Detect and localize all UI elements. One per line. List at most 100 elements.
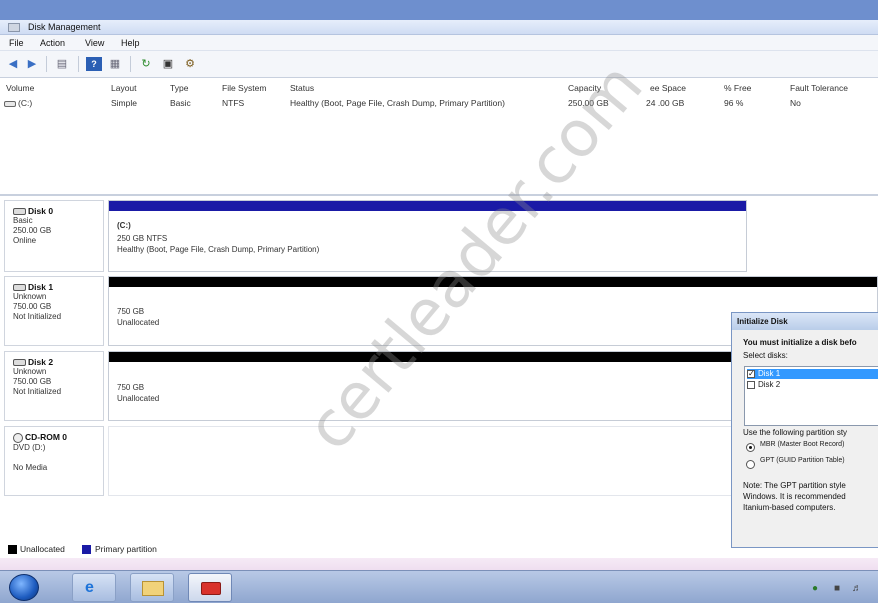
select-disks-label: Select disks: [743,351,788,360]
dialog-intro: You must initialize a disk befo [743,338,857,347]
back-icon[interactable]: ◀ [5,57,21,71]
volume-icon [4,100,16,107]
initialize-disk-dialog: Initialize Disk You must initialize a di… [731,312,878,548]
percent-free-cell: 96 % [724,98,744,108]
disk-size: 750.00 GB [13,377,52,386]
status-strip [0,558,878,570]
menu-file[interactable]: File [9,38,24,48]
disk-icon [13,359,26,367]
disk-icon [13,284,26,292]
disk-name: Disk 1 [28,282,54,292]
properties-icon[interactable]: ▦ [107,57,123,71]
status-cell: Healthy (Boot, Page File, Crash Dump, Pr… [290,98,505,108]
primary-swatch [82,545,91,554]
column-header-volume[interactable]: Volume [6,83,34,93]
internet-explorer-icon: e [85,579,94,596]
partition-status: Unallocated [117,394,160,403]
disk-2-checkbox-row[interactable]: Disk 2 [747,380,780,390]
disk-list-icon[interactable]: ▤ [54,57,70,71]
capacity-cell: 250.00 GB [568,98,609,108]
volume-name: (C:) [18,98,33,108]
folder-icon [142,581,164,596]
note-line-2: Windows. It is recommended [743,492,846,501]
gpt-label: GPT (GUID Partition Table) [760,457,845,464]
partition-detail: 250 GB NTFS [117,234,168,243]
disk-management-icon [8,23,20,32]
top-band [0,0,878,20]
partition-size: 750 GB [117,383,145,392]
taskbar-explorer[interactable] [130,573,174,602]
gpt-radio[interactable] [746,460,755,469]
column-header-free-space[interactable]: ee Space [650,83,686,93]
mbr-radio[interactable] [746,443,755,452]
partition-c[interactable]: (C:) 250 GB NTFS Healthy (Boot, Page Fil… [108,200,747,272]
disk-name: CD-ROM 0 [25,432,68,442]
start-button[interactable] [9,574,39,601]
disk-1-checkbox-row[interactable]: ✓ Disk 1 [747,369,878,379]
column-header-percent-free[interactable]: % Free [724,83,751,93]
volume-list: Volume Layout Type File System Status Ca… [0,78,878,196]
disk-state: Not Initialized [13,387,62,396]
volume-icon[interactable]: ♬ [852,583,862,594]
menu-bar: File Action View Help [0,35,878,51]
layout-cell: Simple [111,98,137,108]
disk-kind: Unknown [13,367,47,376]
taskbar-disk-management[interactable] [188,573,232,602]
menu-action[interactable]: Action [40,38,65,48]
cdrom-icon [13,432,23,443]
column-header-status[interactable]: Status [290,83,314,93]
partition-style-label: Use the following partition sty [743,428,848,437]
help-icon[interactable]: ? [86,57,102,71]
column-header-file-system[interactable]: File System [222,83,266,93]
checkbox-unchecked[interactable] [747,380,755,389]
display-icon[interactable]: ■ [834,583,840,594]
taskbar-internet-explorer[interactable]: e [72,573,116,602]
checkbox-checked[interactable]: ✓ [747,369,755,378]
partition-size: 750 GB [117,307,145,316]
menu-help[interactable]: Help [121,38,140,48]
refresh-icon[interactable]: ↻ [138,57,154,71]
toolbar-separator [130,56,131,72]
disk-size: 750.00 GB [13,302,52,311]
window-title: Disk Management [28,22,101,32]
menu-view[interactable]: View [85,38,104,48]
taskbar: e ● ■ ♬ [0,570,878,603]
title-bar: Disk Management [0,20,878,35]
volume-cell: (C:) [4,98,32,108]
disk-state: No Media [13,462,48,472]
disk-name: Disk 2 [28,357,54,367]
disk-kind: Basic [13,216,33,225]
network-icon[interactable]: ● [812,583,818,594]
column-header-capacity[interactable]: Capacity [568,83,601,93]
toolbar-separator [78,56,79,72]
disk-name: Disk 0 [28,206,54,216]
disk-option-label: Disk 2 [758,380,781,389]
column-header-layout[interactable]: Layout [111,83,137,93]
toolbar-separator [46,56,47,72]
note-line-1: Note: The GPT partition style [743,481,846,490]
disk-state: Online [13,236,37,245]
file-system-cell: NTFS [222,98,245,108]
primary-partition-stripe [109,201,746,211]
rescan-icon[interactable]: ▣ [160,57,176,71]
disk-kind: DVD (D:) [13,442,46,452]
column-header-fault-tolerance[interactable]: Fault Tolerance [790,83,848,93]
partition-status: Unallocated [117,318,160,327]
type-cell: Basic [170,98,191,108]
disk-size: 250.00 GB [13,226,52,235]
free-space-cell: 24 .00 GB [646,98,685,108]
disk-2-label[interactable]: Disk 2 Unknown 750.00 GB Not Initialized [4,351,104,421]
mbr-label: MBR (Master Boot Record) [760,441,845,448]
cdrom-0-label[interactable]: CD-ROM 0 DVD (D:) No Media [4,426,104,496]
disk-kind: Unknown [13,292,47,301]
column-header-type[interactable]: Type [170,83,188,93]
settings-icon[interactable]: ⚙ [182,57,198,71]
toolbar: ◀ ▶ ▤ ? ▦ ↻ ▣ ⚙ [0,51,878,78]
disk-option-label: Disk 1 [758,369,781,378]
partition-status: Healthy (Boot, Page File, Crash Dump, Pr… [117,245,320,254]
forward-icon[interactable]: ▶ [24,57,40,71]
disk-0-label[interactable]: Disk 0 Basic 250.00 GB Online [4,200,104,272]
disk-state: Not Initialized [13,312,62,321]
disk-1-label[interactable]: Disk 1 Unknown 750.00 GB Not Initialized [4,276,104,346]
disk-select-list: ✓ Disk 1 Disk 2 [744,366,878,426]
